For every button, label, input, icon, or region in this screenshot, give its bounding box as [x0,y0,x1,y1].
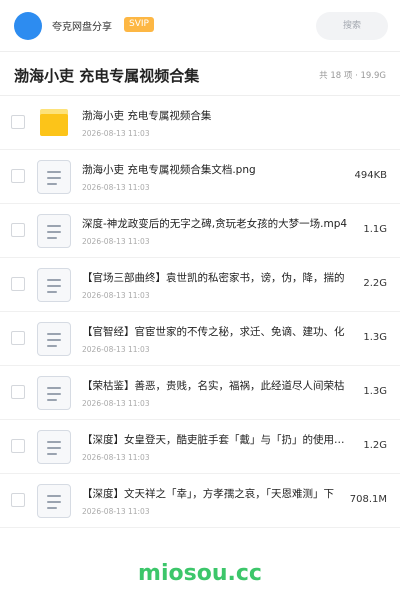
file-list: 渤海小吏 充电专属视频合集 2026-08-13 11:03 渤海小吏 充电专属… [0,96,400,528]
document-icon [37,484,71,518]
file-name[interactable]: 【深度】女皇登天，酷吏脏手套「戴」与「扔」的使用说明 [82,432,348,447]
top-header: 夸克网盘分享 SVIP 搜索 [0,0,400,52]
file-date: 2026-08-13 11:03 [82,345,150,354]
file-row[interactable]: 渤海小吏 充电专属视频合集文档.png 2026-08-13 11:03 494… [0,150,400,204]
document-icon [37,214,71,248]
file-name[interactable]: 渤海小吏 充电专属视频合集文档.png [82,162,348,177]
row-checkbox[interactable] [11,223,25,237]
title-bar: 渤海小吏 充电专属视频合集 共 18 项 · 19.9G [0,52,400,96]
site-watermark: miosou.cc [138,561,262,586]
file-size: 708.1M [349,494,387,505]
user-name[interactable]: 夸克网盘分享 [52,18,112,33]
row-checkbox[interactable] [11,115,25,129]
file-size: 1.3G [363,332,387,343]
file-row[interactable]: 【官场三部曲终】袁世凯的私密家书，谤，伪，降，揣的 2026-08-13 11:… [0,258,400,312]
search-input[interactable]: 搜索 [316,12,388,40]
document-icon [37,376,71,410]
file-name[interactable]: 【官场三部曲终】袁世凯的私密家书，谤，伪，降，揣的 [82,270,348,285]
file-row[interactable]: 【深度】女皇登天，酷吏脏手套「戴」与「扔」的使用说明 2026-08-13 11… [0,420,400,474]
svip-badge: SVIP [124,17,154,32]
file-date: 2026-08-13 11:03 [82,129,150,138]
file-date: 2026-08-13 11:03 [82,399,150,408]
file-row-folder[interactable]: 渤海小吏 充电专属视频合集 2026-08-13 11:03 [0,96,400,150]
file-size: 1.1G [363,224,387,235]
document-icon [37,430,71,464]
file-size: 1.2G [363,440,387,451]
file-row[interactable]: 【官智经】官宦世家的不传之秘，求迁、免谪、建功、化 2026-08-13 11:… [0,312,400,366]
file-date: 2026-08-13 11:03 [82,237,150,246]
row-checkbox[interactable] [11,493,25,507]
avatar[interactable] [14,12,42,40]
page-title: 渤海小吏 充电专属视频合集 [14,67,200,85]
file-row[interactable]: 【深度】文天祥之「幸」，方孝孺之哀，「天恩难测」下 2026-08-13 11:… [0,474,400,528]
document-icon [37,268,71,302]
row-checkbox[interactable] [11,385,25,399]
file-size: 1.3G [363,386,387,397]
file-row[interactable]: 【荣枯鉴】善恶，贵贱，名实，福祸，此经道尽人间荣枯 2026-08-13 11:… [0,366,400,420]
file-name[interactable]: 【官智经】官宦世家的不传之秘，求迁、免谪、建功、化 [82,324,348,339]
row-checkbox[interactable] [11,331,25,345]
document-icon [37,160,71,194]
item-count-summary: 共 18 项 · 19.9G [319,71,386,81]
file-date: 2026-08-13 11:03 [82,291,150,300]
file-date: 2026-08-13 11:03 [82,507,150,516]
file-name[interactable]: 渤海小吏 充电专属视频合集 [82,108,348,123]
file-name[interactable]: 【深度】文天祥之「幸」，方孝孺之哀，「天恩难测」下 [82,486,348,501]
file-size: 2.2G [363,278,387,289]
file-name[interactable]: 深度-神龙政变后的无字之碑,贪玩老女孩的大梦一场.mp4 [82,216,348,231]
row-checkbox[interactable] [11,439,25,453]
folder-icon [37,106,71,140]
file-date: 2026-08-13 11:03 [82,453,150,462]
row-checkbox[interactable] [11,277,25,291]
document-icon [37,322,71,356]
file-size: 494KB [354,170,387,181]
file-date: 2026-08-13 11:03 [82,183,150,192]
row-checkbox[interactable] [11,169,25,183]
file-name[interactable]: 【荣枯鉴】善恶，贵贱，名实，福祸，此经道尽人间荣枯 [82,378,348,393]
file-row[interactable]: 深度-神龙政变后的无字之碑,贪玩老女孩的大梦一场.mp4 2026-08-13 … [0,204,400,258]
